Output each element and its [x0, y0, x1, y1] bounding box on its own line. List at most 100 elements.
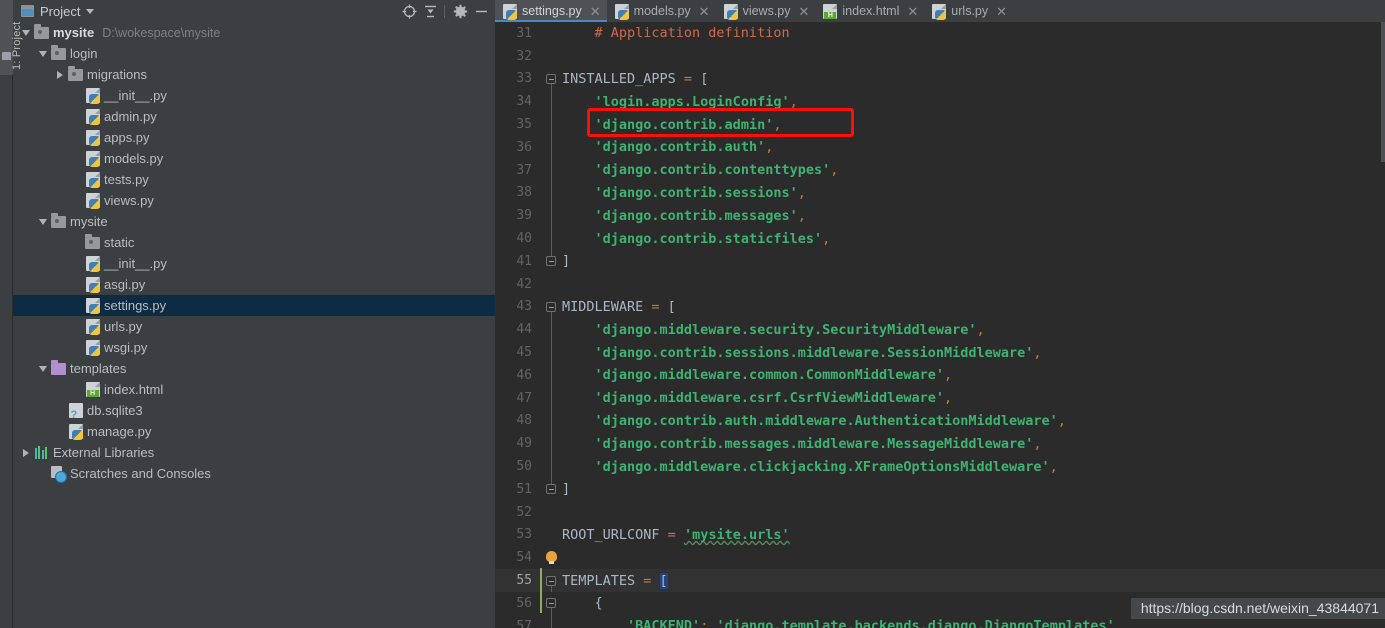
code-line[interactable]: 48 'django.contrib.auth.middleware.Authe…: [495, 409, 1385, 433]
fold-toggle-icon[interactable]: [540, 296, 562, 319]
fold-guide-line[interactable]: [540, 409, 562, 433]
code-line[interactable]: 31 # Application definition: [495, 22, 1385, 45]
code-line[interactable]: 53 ROOT_URLCONF = 'mysite.urls': [495, 524, 1385, 547]
close-icon[interactable]: ✕: [996, 5, 1007, 18]
code-line[interactable]: 44 'django.middleware.security.SecurityM…: [495, 318, 1385, 342]
code-line[interactable]: 39 'django.contrib.messages',: [495, 204, 1385, 228]
code-line[interactable]: 45 'django.contrib.sessions.middleware.S…: [495, 341, 1385, 364]
fold-guide-line[interactable]: [540, 614, 562, 628]
fold-guide-line[interactable]: [540, 432, 562, 456]
code-line[interactable]: 55 TEMPLATES = [: [495, 569, 1385, 592]
code-line[interactable]: 50 'django.middleware.clickjacking.XFram…: [495, 455, 1385, 478]
code-line[interactable]: 43 MIDDLEWARE = [: [495, 296, 1385, 319]
minimize-icon[interactable]: [471, 1, 491, 21]
close-icon[interactable]: ✕: [799, 5, 810, 18]
code-line[interactable]: 47 'django.middleware.csrf.CsrfViewMiddl…: [495, 386, 1385, 410]
editor-scrollbar[interactable]: [1381, 22, 1385, 162]
chevron-down-icon[interactable]: [36, 358, 50, 379]
tree-row[interactable]: External Libraries: [13, 442, 495, 463]
tree-row[interactable]: mysite D:\wokespace\mysite: [13, 22, 495, 43]
editor-tab-settings-py[interactable]: settings.py ✕: [495, 0, 607, 22]
line-number: 31: [516, 25, 532, 41]
intention-bulb-icon[interactable]: [540, 546, 562, 569]
editor-tab-index-html[interactable]: index.html ✕: [815, 0, 924, 22]
tree-row[interactable]: index.html: [13, 379, 495, 400]
tree-row[interactable]: asgi.py: [13, 274, 495, 295]
code-line[interactable]: 42: [495, 273, 1385, 296]
tool-tab-project[interactable]: 1: Project: [0, 0, 23, 75]
fold-guide-line[interactable]: [540, 90, 562, 114]
tree-row[interactable]: tests.py: [13, 169, 495, 190]
tree-row[interactable]: mysite: [13, 211, 495, 232]
folder-icon: [50, 43, 67, 64]
code-line[interactable]: 54: [495, 546, 1385, 569]
fold-guide-line[interactable]: [540, 363, 562, 387]
fold-guide-line[interactable]: [540, 318, 562, 342]
collapse-all-icon[interactable]: [420, 1, 440, 21]
editor-tab-models-py[interactable]: models.py ✕: [607, 0, 716, 22]
code-line[interactable]: 36 'django.contrib.auth',: [495, 135, 1385, 159]
code-line[interactable]: 52: [495, 501, 1385, 524]
tree-row[interactable]: wsgi.py: [13, 337, 495, 358]
code-line[interactable]: 51]: [495, 477, 1385, 501]
fold-guide-line[interactable]: [540, 455, 562, 478]
python-file-icon: [84, 106, 101, 127]
gear-icon[interactable]: [450, 1, 470, 21]
fold-guide-line[interactable]: [540, 135, 562, 159]
fold-end-icon[interactable]: [540, 249, 562, 273]
tree-row[interactable]: urls.py: [13, 316, 495, 337]
code-text: MIDDLEWARE = [: [562, 299, 1385, 315]
tree-row[interactable]: Scratches and Consoles: [13, 463, 495, 484]
fold-toggle-icon[interactable]: [540, 569, 562, 592]
chevron-down-icon[interactable]: [86, 8, 95, 14]
chevron-right-icon[interactable]: [19, 442, 33, 463]
code-line[interactable]: 33 INSTALLED_APPS = [: [495, 68, 1385, 91]
tree-row[interactable]: templates: [13, 358, 495, 379]
fold-guide-line[interactable]: [540, 113, 562, 136]
code-line[interactable]: 35 'django.contrib.admin',: [495, 113, 1385, 136]
tree-row[interactable]: views.py: [13, 190, 495, 211]
tree-row[interactable]: __init__.py: [13, 253, 495, 274]
fold-toggle-icon[interactable]: [540, 592, 562, 615]
tree-row[interactable]: manage.py: [13, 421, 495, 442]
code-line[interactable]: 49 'django.contrib.messages.middleware.M…: [495, 432, 1385, 456]
fold-guide-line[interactable]: [540, 204, 562, 228]
code-line[interactable]: 46 'django.middleware.common.CommonMiddl…: [495, 363, 1385, 387]
tree-row[interactable]: apps.py: [13, 127, 495, 148]
editor-tab-urls-py[interactable]: urls.py ✕: [924, 0, 1013, 22]
code-line[interactable]: 32: [495, 45, 1385, 68]
code-line[interactable]: 40 'django.contrib.staticfiles',: [495, 227, 1385, 250]
tree-row[interactable]: settings.py: [13, 295, 495, 316]
tree-row[interactable]: login: [13, 43, 495, 64]
structure-tab-icon[interactable]: [2, 52, 11, 60]
tree-row[interactable]: migrations: [13, 64, 495, 85]
code-line[interactable]: 38 'django.contrib.sessions',: [495, 181, 1385, 205]
tree-row[interactable]: static: [13, 232, 495, 253]
chevron-right-icon[interactable]: [53, 64, 67, 85]
fold-guide-line[interactable]: [540, 227, 562, 250]
code-line[interactable]: 37 'django.contrib.contenttypes',: [495, 158, 1385, 182]
locate-icon[interactable]: [399, 1, 419, 21]
close-icon[interactable]: ✕: [907, 5, 918, 18]
code-editor[interactable]: 31 # Application definition 32 33 INSTALLED…: [495, 22, 1385, 628]
chevron-down-icon[interactable]: [36, 43, 50, 64]
close-icon[interactable]: ✕: [699, 5, 710, 18]
fold-guide-line[interactable]: [540, 341, 562, 364]
editor-tab-views-py[interactable]: views.py ✕: [716, 0, 816, 22]
project-tree[interactable]: mysite D:\wokespace\mysite login migrations…: [13, 22, 495, 628]
code-line[interactable]: 34 'login.apps.LoginConfig',: [495, 90, 1385, 114]
tree-row[interactable]: models.py: [13, 148, 495, 169]
tree-row[interactable]: __init__.py: [13, 85, 495, 106]
tree-row[interactable]: db.sqlite3: [13, 400, 495, 421]
close-icon[interactable]: ✕: [590, 5, 601, 18]
editor-tab-bar[interactable]: settings.py✕models.py✕views.py✕index.htm…: [495, 0, 1385, 22]
fold-end-icon[interactable]: [540, 477, 562, 501]
fold-guide-line[interactable]: [540, 181, 562, 205]
fold-toggle-icon[interactable]: [540, 68, 562, 91]
chevron-down-icon[interactable]: [36, 211, 50, 232]
fold-guide-line[interactable]: [540, 386, 562, 410]
code-line[interactable]: 41]: [495, 249, 1385, 273]
project-tool-window: Project mysite D:\wokespace\mysite login…: [13, 0, 495, 628]
fold-guide-line[interactable]: [540, 158, 562, 182]
tree-row[interactable]: admin.py: [13, 106, 495, 127]
